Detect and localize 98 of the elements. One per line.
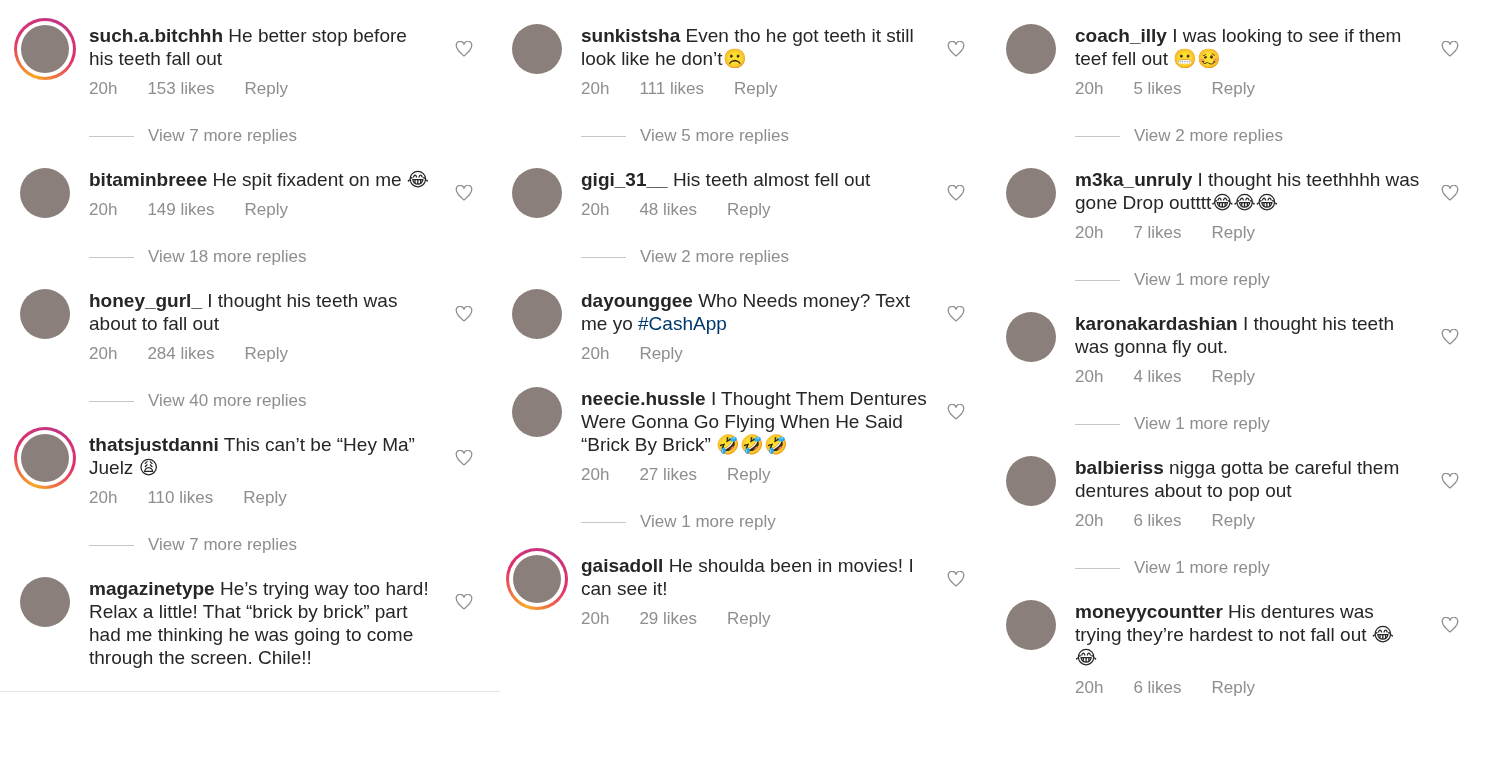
reply-link[interactable]: Reply	[243, 487, 287, 509]
heart-icon[interactable]	[1441, 41, 1459, 57]
heart-icon[interactable]	[947, 571, 965, 587]
likes-count: 7 likes	[1133, 222, 1182, 244]
avatar-photo[interactable]	[20, 289, 70, 339]
reply-link[interactable]: Reply	[244, 343, 288, 365]
reply-link[interactable]: Reply	[244, 199, 288, 221]
hashtag-link[interactable]: #CashApp	[638, 313, 727, 334]
comment-time: 20h	[89, 487, 118, 509]
comment-text: coach_illy I was looking to see if them teef fell out 😬🥴	[1075, 24, 1403, 70]
avatar-photo	[21, 434, 69, 482]
heart-icon[interactable]	[1441, 473, 1459, 489]
reply-link[interactable]: Reply	[244, 78, 288, 100]
avatar-photo[interactable]	[512, 289, 562, 339]
reply-link[interactable]: Reply	[1211, 510, 1256, 532]
likes-count: 110 likes	[147, 487, 214, 509]
heart-icon[interactable]	[947, 41, 965, 57]
avatar-photo[interactable]	[1006, 600, 1056, 650]
comment-time: 20h	[1075, 222, 1104, 244]
reply-link[interactable]: Reply	[727, 464, 771, 486]
comment-time: 20h	[581, 464, 610, 486]
avatar-photo	[513, 555, 561, 603]
comment-time: 20h	[581, 199, 610, 221]
avatar-photo	[21, 25, 69, 73]
heart-icon[interactable]	[455, 594, 473, 610]
avatar-photo[interactable]	[1006, 168, 1056, 218]
comment-text: such.a.bitchhh He better stop before his teeth fall out	[89, 24, 408, 70]
reply-link[interactable]: Reply	[727, 608, 771, 630]
avatar-photo[interactable]	[1006, 24, 1056, 74]
likes-count: 111 likes	[639, 78, 704, 100]
comment-text: balbieriss nigga gotta be careful them dentures about to pop out	[1075, 456, 1401, 502]
view-replies-link[interactable]: View 18 more replies	[148, 247, 307, 267]
reply-link[interactable]: Reply	[1211, 78, 1256, 100]
view-replies-link[interactable]: View 5 more replies	[640, 126, 789, 146]
likes-count: 29 likes	[639, 608, 697, 630]
comment-text: thatsjustdanni This can’t be “Hey Ma” Juelz 😩	[89, 433, 416, 479]
comment-time: 20h	[89, 199, 118, 221]
view-replies-link[interactable]: View 1 more reply	[1134, 558, 1270, 578]
likes-count: 48 likes	[639, 199, 697, 221]
reply-link[interactable]: Reply	[727, 199, 771, 221]
comment-time: 20h	[89, 343, 118, 365]
avatar-photo[interactable]	[20, 168, 70, 218]
avatar-photo[interactable]	[512, 387, 562, 437]
view-replies-link[interactable]: View 7 more replies	[148, 535, 297, 555]
heart-icon[interactable]	[947, 404, 965, 420]
reply-link[interactable]: Reply	[733, 78, 778, 100]
likes-count: 6 likes	[1133, 510, 1182, 532]
heart-icon[interactable]	[455, 185, 473, 201]
view-replies-link[interactable]: View 1 more reply	[640, 512, 776, 532]
reply-link[interactable]: Reply	[1211, 366, 1256, 388]
comment-text: sunkistsha Even tho he got teeth it still look like he don’t☹	[581, 24, 915, 70]
likes-count: 6 likes	[1133, 677, 1182, 699]
comment-time: 20h	[581, 343, 610, 365]
heart-icon[interactable]	[455, 450, 473, 466]
comment-text: gaisadoll He shoulda been in movies! I can see it!	[581, 554, 915, 600]
comment-time: 20h	[89, 78, 118, 100]
likes-count: 27 likes	[639, 464, 697, 486]
reply-link[interactable]: Reply	[1211, 222, 1256, 244]
comment-time: 20h	[1075, 366, 1104, 388]
comment-text: neecie.hussle I Thought Them Dentures Were Gonna Go Flying When He Said “Brick By Brick” 🤣🤣🤣	[581, 387, 927, 456]
comment-text: magazinetype He’s trying way too hard! Relax a little! That “brick by brick” part had me thinking he was going to come through the screen. Chile!!	[89, 577, 430, 669]
avatar-photo[interactable]	[1006, 312, 1056, 362]
likes-count: 4 likes	[1133, 366, 1182, 388]
comment-time: 20h	[581, 78, 610, 100]
reply-link[interactable]: Reply	[1211, 677, 1256, 699]
likes-count: 284 likes	[147, 343, 215, 365]
reply-link[interactable]: Reply	[639, 343, 683, 365]
likes-count: 149 likes	[147, 199, 215, 221]
comment-time: 20h	[1075, 677, 1104, 699]
comment-text: karonakardashian I thought his teeth was gonna fly out.	[1075, 312, 1395, 358]
view-replies-link[interactable]: View 1 more reply	[1134, 414, 1270, 434]
view-replies-link[interactable]: View 1 more reply	[1134, 270, 1270, 290]
heart-icon[interactable]	[947, 185, 965, 201]
view-replies-link[interactable]: View 2 more replies	[640, 247, 789, 267]
view-replies-link[interactable]: View 2 more replies	[1134, 126, 1283, 146]
comment-time: 20h	[581, 608, 610, 630]
heart-icon[interactable]	[455, 41, 473, 57]
heart-icon[interactable]	[1441, 329, 1459, 345]
avatar-photo[interactable]	[512, 168, 562, 218]
heart-icon[interactable]	[1441, 617, 1459, 633]
heart-icon[interactable]	[947, 306, 965, 322]
comment-time: 20h	[1075, 78, 1104, 100]
view-replies-link[interactable]: View 7 more replies	[148, 126, 297, 146]
view-replies-link[interactable]: View 40 more replies	[148, 391, 307, 411]
comment-text: moneyycountter His dentures was trying they’re hardest to not fall out 😂 😂	[1075, 600, 1395, 669]
comment-text: m3ka_unruly I thought his teethhhh was gone Drop outttt😂😂😂	[1075, 168, 1421, 214]
avatar-photo[interactable]	[1006, 456, 1056, 506]
comment-text: dayounggee Who Needs money? Text me yo #CashApp	[581, 289, 912, 335]
comment-text: bitaminbreee He spit fixadent on me 😂	[89, 168, 431, 191]
avatar-photo[interactable]	[512, 24, 562, 74]
avatar-photo[interactable]	[20, 577, 70, 627]
likes-count: 153 likes	[147, 78, 215, 100]
comment-time: 20h	[1075, 510, 1104, 532]
heart-icon[interactable]	[1441, 185, 1459, 201]
likes-count: 5 likes	[1133, 78, 1182, 100]
comment-text: honey_gurl_ I thought his teeth was about to fall out	[89, 289, 399, 335]
comment-text: gigi_31__ His teeth almost fell out	[581, 168, 872, 191]
heart-icon[interactable]	[455, 306, 473, 322]
